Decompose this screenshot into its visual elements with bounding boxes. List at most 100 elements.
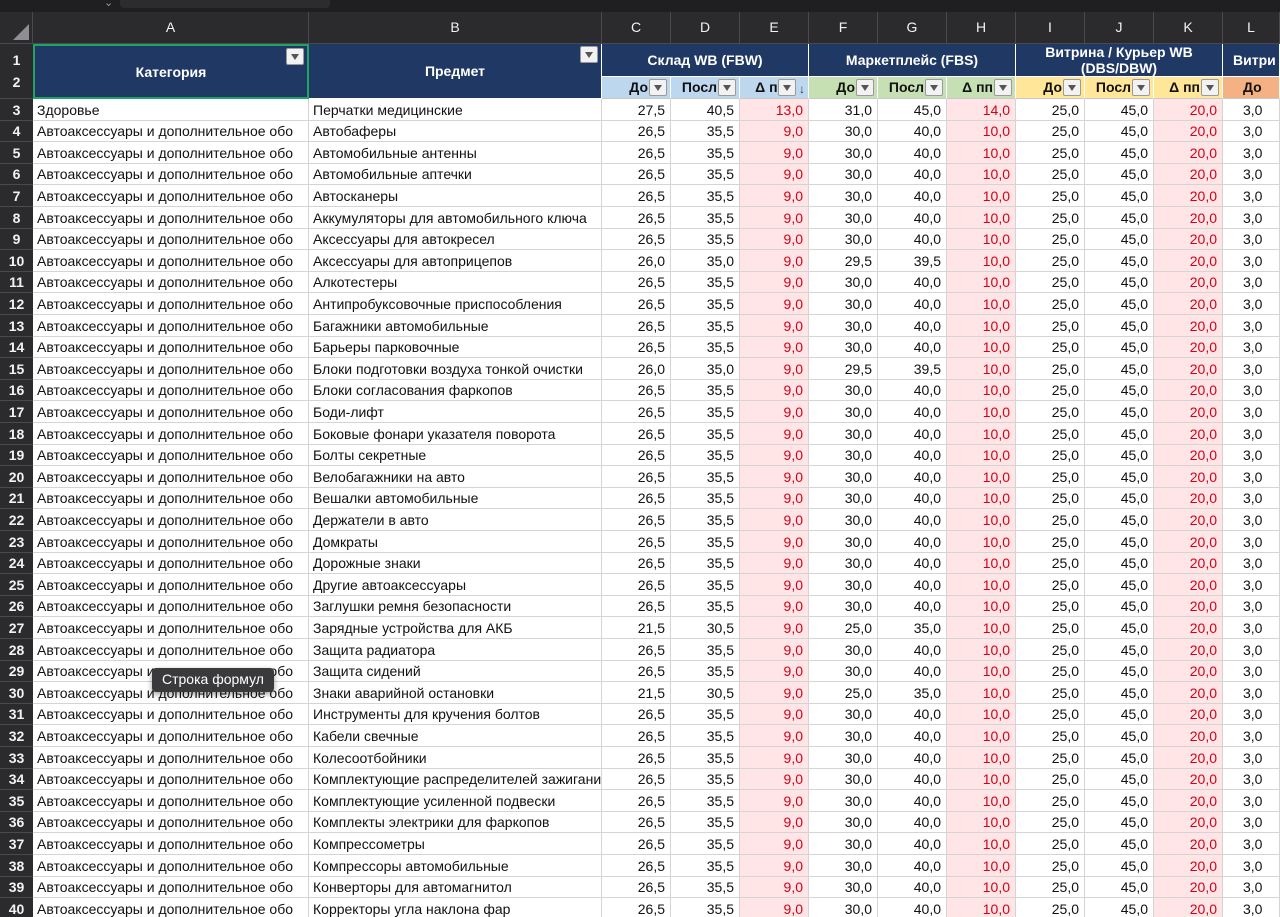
value-cell-h[interactable]: 10,0	[947, 574, 1016, 596]
subject-cell[interactable]: Домкраты	[309, 531, 602, 553]
subheader-c[interactable]: До	[602, 77, 671, 99]
value-cell-c[interactable]: 26,5	[602, 747, 671, 769]
value-cell-f[interactable]: 30,0	[809, 315, 878, 337]
value-cell-c[interactable]: 26,5	[602, 769, 671, 790]
value-cell-k[interactable]: 20,0	[1154, 531, 1223, 553]
value-cell-f[interactable]: 31,0	[809, 99, 878, 121]
value-cell-g[interactable]: 35,0	[878, 617, 947, 639]
value-cell-l[interactable]: 3,0	[1223, 574, 1280, 596]
value-cell-i[interactable]: 25,0	[1016, 99, 1085, 121]
value-cell-f[interactable]: 30,0	[809, 812, 878, 833]
column-header-g[interactable]: G	[878, 12, 947, 44]
subject-cell[interactable]: Блоки согласования фаркопов	[309, 380, 602, 401]
value-cell-c[interactable]: 26,5	[602, 121, 671, 142]
value-cell-g[interactable]: 40,0	[878, 185, 947, 207]
subject-cell[interactable]: Колесоотбойники	[309, 747, 602, 769]
value-cell-c[interactable]: 21,5	[602, 617, 671, 639]
value-cell-i[interactable]: 25,0	[1016, 661, 1085, 682]
value-cell-f[interactable]: 30,0	[809, 574, 878, 596]
row-header-11[interactable]: 11	[0, 272, 33, 293]
category-cell[interactable]: Автоаксессуары и дополнительное обо	[33, 121, 309, 142]
value-cell-k[interactable]: 20,0	[1154, 207, 1223, 229]
category-cell[interactable]: Автоаксессуары и дополнительное обо	[33, 423, 309, 445]
value-cell-d[interactable]: 35,5	[671, 337, 740, 358]
value-cell-k[interactable]: 20,0	[1154, 185, 1223, 207]
value-cell-c[interactable]: 26,5	[602, 725, 671, 747]
value-cell-f[interactable]: 30,0	[809, 747, 878, 769]
subject-cell[interactable]: Боковые фонари указателя поворота	[309, 423, 602, 445]
value-cell-i[interactable]: 25,0	[1016, 229, 1085, 250]
subject-cell[interactable]: Конверторы для автомагнитол	[309, 877, 602, 898]
value-cell-k[interactable]: 20,0	[1154, 747, 1223, 769]
value-cell-g[interactable]: 40,0	[878, 229, 947, 250]
value-cell-c[interactable]: 26,5	[602, 293, 671, 315]
value-cell-l[interactable]: 3,0	[1223, 250, 1280, 272]
value-cell-f[interactable]: 30,0	[809, 769, 878, 790]
value-cell-h[interactable]: 10,0	[947, 164, 1016, 185]
category-header-cell[interactable]: Категория	[33, 44, 309, 99]
subject-cell[interactable]: Антипробуксовочные приспособления	[309, 293, 602, 315]
value-cell-i[interactable]: 25,0	[1016, 855, 1085, 877]
row-header-8[interactable]: 8	[0, 207, 33, 229]
value-cell-h[interactable]: 10,0	[947, 207, 1016, 229]
subject-cell[interactable]: Аккумуляторы для автомобильного ключа	[309, 207, 602, 229]
value-cell-j[interactable]: 45,0	[1085, 661, 1154, 682]
subject-cell[interactable]: Знаки аварийной остановки	[309, 682, 602, 704]
value-cell-g[interactable]: 40,0	[878, 337, 947, 358]
value-cell-l[interactable]: 3,0	[1223, 617, 1280, 639]
value-cell-l[interactable]: 3,0	[1223, 704, 1280, 725]
value-cell-f[interactable]: 30,0	[809, 423, 878, 445]
subject-cell[interactable]: Боди-лифт	[309, 401, 602, 423]
value-cell-i[interactable]: 25,0	[1016, 704, 1085, 725]
value-cell-d[interactable]: 35,5	[671, 315, 740, 337]
value-cell-h[interactable]: 10,0	[947, 250, 1016, 272]
value-cell-c[interactable]: 26,5	[602, 596, 671, 617]
value-cell-i[interactable]: 25,0	[1016, 790, 1085, 812]
category-cell[interactable]: Автоаксессуары и дополнительное обо	[33, 639, 309, 661]
value-cell-j[interactable]: 45,0	[1085, 833, 1154, 855]
value-cell-i[interactable]: 25,0	[1016, 358, 1085, 380]
value-cell-j[interactable]: 45,0	[1085, 704, 1154, 725]
value-cell-f[interactable]: 30,0	[809, 725, 878, 747]
value-cell-l[interactable]: 3,0	[1223, 833, 1280, 855]
value-cell-j[interactable]: 45,0	[1085, 596, 1154, 617]
value-cell-j[interactable]: 45,0	[1085, 315, 1154, 337]
value-cell-e[interactable]: 9,0	[740, 207, 809, 229]
value-cell-g[interactable]: 40,0	[878, 639, 947, 661]
toolbar-tab[interactable]	[120, 0, 330, 8]
value-cell-i[interactable]: 25,0	[1016, 207, 1085, 229]
value-cell-k[interactable]: 20,0	[1154, 121, 1223, 142]
value-cell-d[interactable]: 35,5	[671, 574, 740, 596]
value-cell-h[interactable]: 10,0	[947, 509, 1016, 531]
row-header-21[interactable]: 21	[0, 488, 33, 509]
value-cell-i[interactable]: 25,0	[1016, 250, 1085, 272]
row-header-23[interactable]: 23	[0, 531, 33, 553]
value-cell-d[interactable]: 35,5	[671, 466, 740, 488]
value-cell-k[interactable]: 20,0	[1154, 337, 1223, 358]
value-cell-k[interactable]: 20,0	[1154, 509, 1223, 531]
row-header-37[interactable]: 37	[0, 833, 33, 855]
value-cell-e[interactable]: 9,0	[740, 229, 809, 250]
value-cell-l[interactable]: 3,0	[1223, 337, 1280, 358]
row-header-29[interactable]: 29	[0, 661, 33, 682]
value-cell-l[interactable]: 3,0	[1223, 185, 1280, 207]
category-cell[interactable]: Автоаксессуары и дополнительное обо	[33, 315, 309, 337]
category-cell[interactable]: Автоаксессуары и дополнительное обо	[33, 509, 309, 531]
value-cell-d[interactable]: 35,5	[671, 747, 740, 769]
column-header-j[interactable]: J	[1085, 12, 1154, 44]
value-cell-e[interactable]: 9,0	[740, 185, 809, 207]
value-cell-k[interactable]: 20,0	[1154, 401, 1223, 423]
value-cell-j[interactable]: 45,0	[1085, 531, 1154, 553]
filter-dropdown-icon[interactable]	[778, 79, 805, 98]
value-cell-k[interactable]: 20,0	[1154, 574, 1223, 596]
value-cell-i[interactable]: 25,0	[1016, 466, 1085, 488]
category-cell[interactable]: Автоаксессуары и дополнительное обо	[33, 401, 309, 423]
value-cell-k[interactable]: 20,0	[1154, 380, 1223, 401]
value-cell-l[interactable]: 3,0	[1223, 99, 1280, 121]
category-cell[interactable]: Автоаксессуары и дополнительное обо	[33, 574, 309, 596]
value-cell-l[interactable]: 3,0	[1223, 164, 1280, 185]
value-cell-h[interactable]: 10,0	[947, 639, 1016, 661]
value-cell-h[interactable]: 10,0	[947, 445, 1016, 466]
column-header-c[interactable]: C	[602, 12, 671, 44]
value-cell-j[interactable]: 45,0	[1085, 401, 1154, 423]
